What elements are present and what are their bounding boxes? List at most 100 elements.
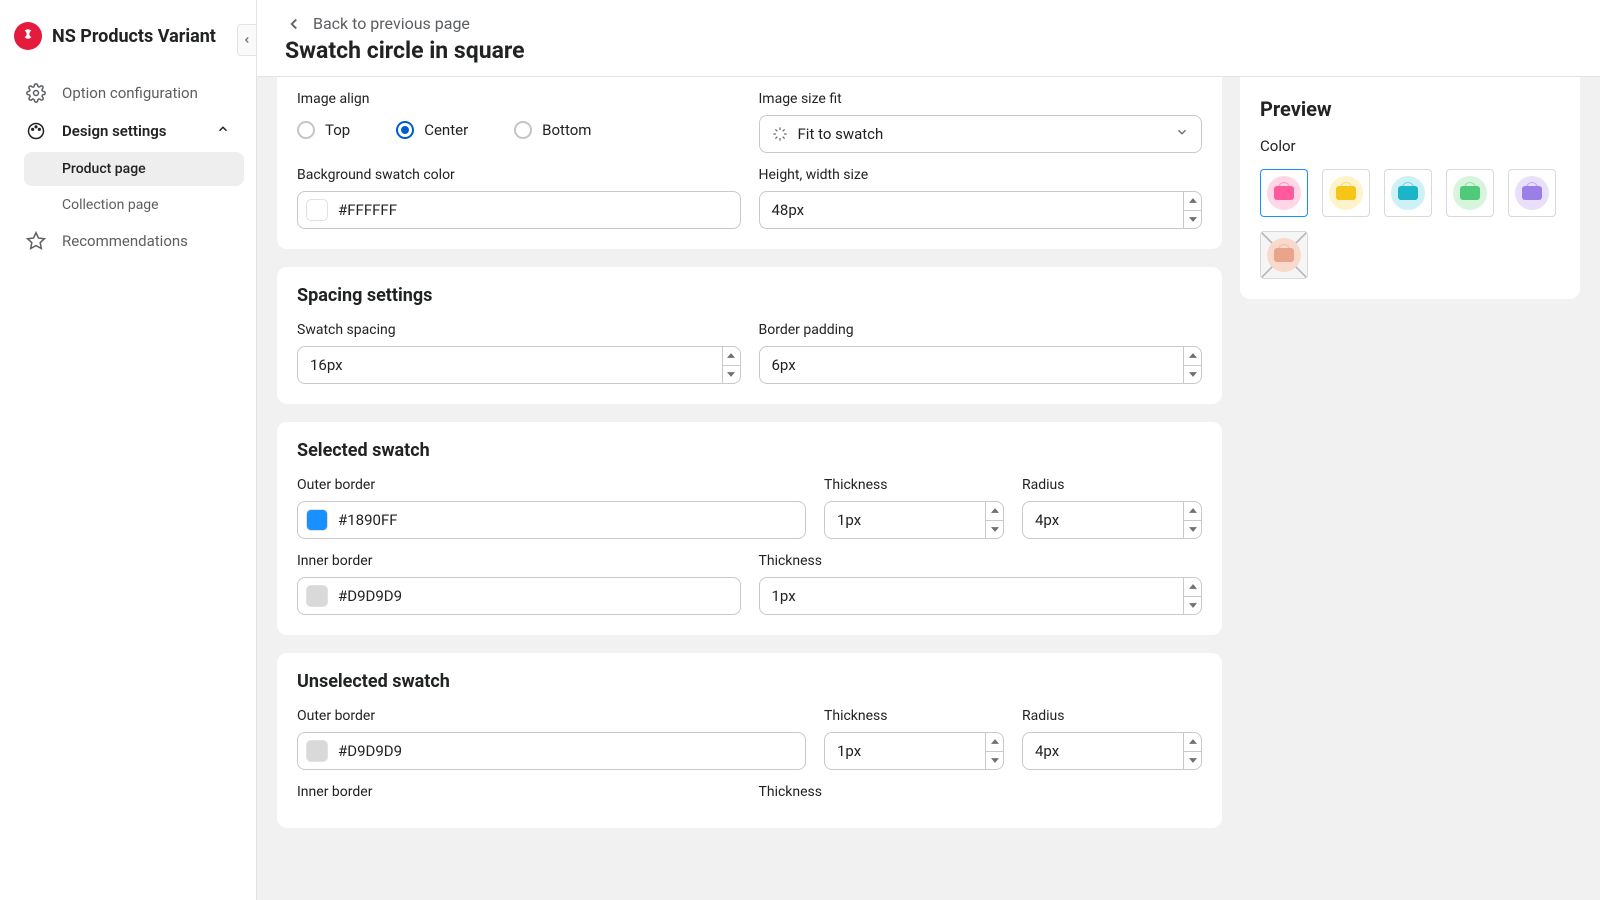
gear-icon xyxy=(26,83,46,103)
preview-swatch[interactable] xyxy=(1260,169,1308,217)
selected-title: Selected swatch xyxy=(297,440,1202,461)
spinner xyxy=(1183,347,1201,383)
nav-option-configuration[interactable]: Option configuration xyxy=(12,74,244,112)
palette-icon xyxy=(26,121,46,141)
preview-title: Preview xyxy=(1260,97,1560,121)
thickness-label: Thickness xyxy=(824,477,1004,493)
image-fit-label: Image size fit xyxy=(759,91,1203,107)
spinner-up[interactable] xyxy=(1184,733,1201,752)
border-padding-input[interactable]: 6px xyxy=(759,346,1203,384)
radio-top[interactable]: Top xyxy=(297,121,350,139)
spinner-down[interactable] xyxy=(1184,752,1201,770)
swatch-circle-icon xyxy=(1453,176,1487,210)
size-label: Height, width size xyxy=(759,167,1203,183)
preview-swatch[interactable] xyxy=(1446,169,1494,217)
spinner-down[interactable] xyxy=(723,366,740,384)
star-icon xyxy=(26,231,46,251)
nav-design-settings[interactable]: Design settings xyxy=(12,112,244,150)
nav-product-page[interactable]: Product page xyxy=(24,152,244,186)
nav-collection-page[interactable]: Collection page xyxy=(24,188,244,222)
card-selected-swatch: Selected swatch Outer border #1890FF Thi… xyxy=(277,422,1222,635)
app-logo xyxy=(14,22,42,50)
thickness-label: Thickness xyxy=(824,708,1004,724)
color-chip-icon xyxy=(306,585,328,607)
spinner-up[interactable] xyxy=(723,347,740,366)
page-header: Back to previous page Swatch circle in s… xyxy=(257,0,1600,77)
bag-icon xyxy=(1336,186,1356,200)
swatch-circle-icon xyxy=(1267,176,1301,210)
image-align-radio-group: Top Center Bottom xyxy=(297,115,741,139)
spinner xyxy=(1183,502,1201,538)
sidebar-collapse-button[interactable] xyxy=(237,24,257,56)
spinner-up[interactable] xyxy=(986,733,1003,752)
spinner xyxy=(985,733,1003,769)
nav-recommendations[interactable]: Recommendations xyxy=(12,222,244,260)
bag-icon xyxy=(1460,186,1480,200)
preview-swatch[interactable] xyxy=(1508,169,1556,217)
spinner-down[interactable] xyxy=(1184,211,1201,229)
radio-center[interactable]: Center xyxy=(396,121,468,139)
card-unselected-swatch: Unselected swatch Outer border #D9D9D9 T… xyxy=(277,653,1222,828)
spinner-up[interactable] xyxy=(1184,578,1201,597)
selected-inner-thickness-input[interactable]: 1px xyxy=(759,577,1203,615)
radio-bottom[interactable]: Bottom xyxy=(514,121,591,139)
preview-panel: Preview Color xyxy=(1240,77,1580,299)
spinner-up[interactable] xyxy=(1184,502,1201,521)
spinner-down[interactable] xyxy=(1184,521,1201,539)
back-link[interactable]: Back to previous page xyxy=(285,14,1572,33)
spinner-up[interactable] xyxy=(1184,347,1201,366)
spinner xyxy=(722,347,740,383)
border-padding-label: Border padding xyxy=(759,322,1203,338)
card-image-settings: Image align Top Center xyxy=(277,77,1222,249)
unselected-outer-thickness-input[interactable]: 1px xyxy=(824,732,1004,770)
swatch-circle-icon xyxy=(1267,238,1301,272)
swatch-spacing-input[interactable]: 16px xyxy=(297,346,741,384)
selected-inner-input[interactable]: #D9D9D9 xyxy=(297,577,741,615)
outer-border-label: Outer border xyxy=(297,708,806,724)
thickness-label: Thickness xyxy=(759,784,1203,800)
selected-outer-thickness-input[interactable]: 1px xyxy=(824,501,1004,539)
card-spacing-settings: Spacing settings Swatch spacing 16px xyxy=(277,267,1222,404)
chevron-down-icon xyxy=(1175,125,1189,143)
spacing-title: Spacing settings xyxy=(297,285,1202,306)
size-input[interactable]: 48px xyxy=(759,191,1203,229)
preview-swatch[interactable] xyxy=(1260,231,1308,279)
bag-icon xyxy=(1398,186,1418,200)
brand-name: NS Products Variant xyxy=(52,26,216,47)
spinner xyxy=(1183,578,1201,614)
spinner-up[interactable] xyxy=(1184,192,1201,211)
sidebar: NS Products Variant Option configuration… xyxy=(0,0,257,900)
bag-icon xyxy=(1522,186,1542,200)
inner-border-label: Inner border xyxy=(297,784,741,800)
radio-icon xyxy=(297,121,315,139)
spinner xyxy=(1183,733,1201,769)
image-align-label: Image align xyxy=(297,91,741,107)
unselected-title: Unselected swatch xyxy=(297,671,1202,692)
preview-swatch[interactable] xyxy=(1384,169,1432,217)
sparkle-icon xyxy=(772,126,788,142)
spinner xyxy=(985,502,1003,538)
radio-icon xyxy=(514,121,532,139)
spinner-down[interactable] xyxy=(986,521,1003,539)
unselected-outer-input[interactable]: #D9D9D9 xyxy=(297,732,806,770)
preview-swatch[interactable] xyxy=(1322,169,1370,217)
color-chip-icon xyxy=(306,509,328,531)
bg-color-input[interactable]: #FFFFFF xyxy=(297,191,741,229)
unselected-outer-radius-input[interactable]: 4px xyxy=(1022,732,1202,770)
bag-icon xyxy=(1274,248,1294,262)
selected-outer-radius-input[interactable]: 4px xyxy=(1022,501,1202,539)
page-title: Swatch circle in square xyxy=(285,37,1572,64)
spinner-down[interactable] xyxy=(1184,366,1201,384)
radio-icon xyxy=(396,121,414,139)
chevron-left-icon xyxy=(285,15,303,33)
swatch-spacing-label: Swatch spacing xyxy=(297,322,741,338)
inner-border-label: Inner border xyxy=(297,553,741,569)
spinner-down[interactable] xyxy=(1184,597,1201,615)
bg-color-label: Background swatch color xyxy=(297,167,741,183)
spinner-down[interactable] xyxy=(986,752,1003,770)
chevron-up-icon xyxy=(216,122,230,140)
image-fit-select[interactable]: Fit to swatch xyxy=(759,115,1203,153)
spinner-up[interactable] xyxy=(986,502,1003,521)
outer-border-label: Outer border xyxy=(297,477,806,493)
selected-outer-input[interactable]: #1890FF xyxy=(297,501,806,539)
